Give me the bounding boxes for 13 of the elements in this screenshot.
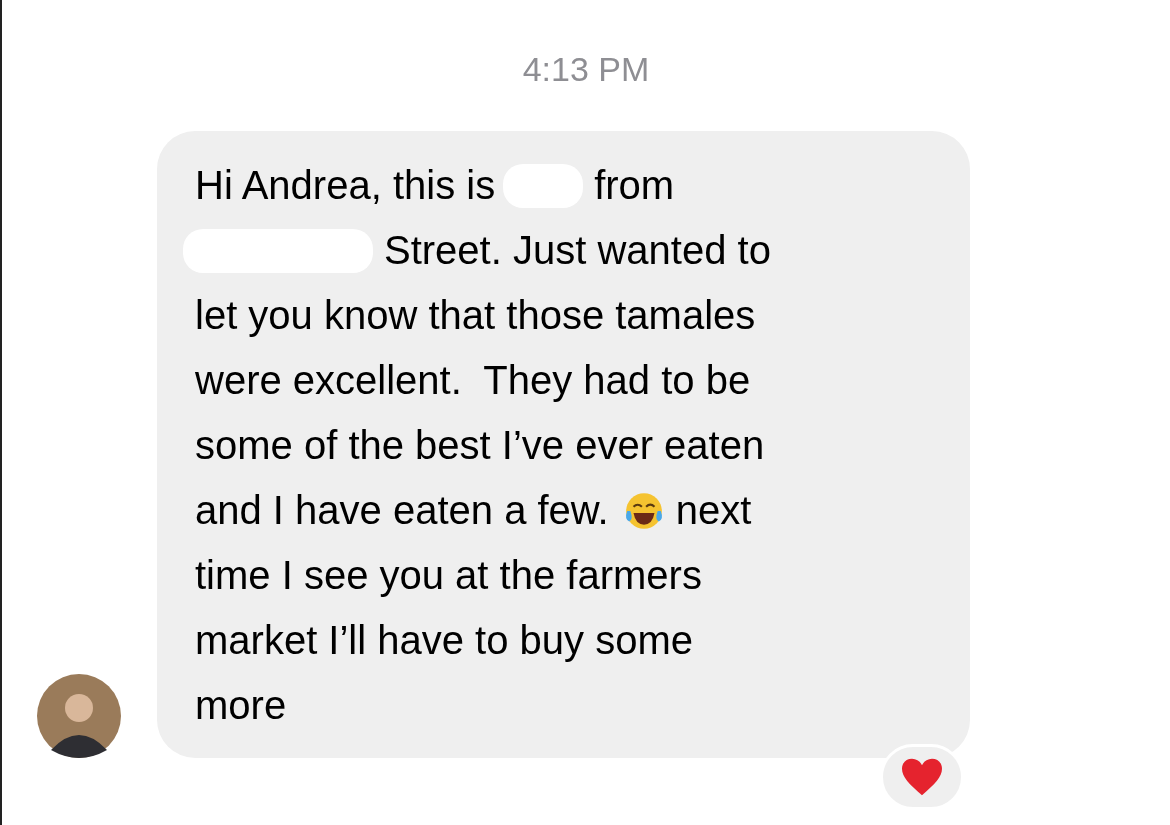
message-text: Hi Andrea, this is (195, 162, 496, 209)
message-text: market I’ll have to buy some (195, 617, 693, 664)
message-text: and I have eaten a few. (195, 487, 609, 534)
message-text: Street. Just wanted to (384, 227, 771, 274)
message-text: time I see you at the farmers (195, 552, 702, 599)
message-text: some of the best I’ve ever eaten (195, 422, 765, 469)
message-text: more (195, 682, 287, 729)
timestamp: 4:13 PM (522, 49, 650, 90)
message-text: next (675, 487, 752, 534)
message-text: were excellent. They had to be (195, 357, 751, 404)
heart-icon (900, 757, 944, 797)
message-text: from (594, 162, 675, 209)
message-text: let you know that those tamales (195, 292, 756, 339)
